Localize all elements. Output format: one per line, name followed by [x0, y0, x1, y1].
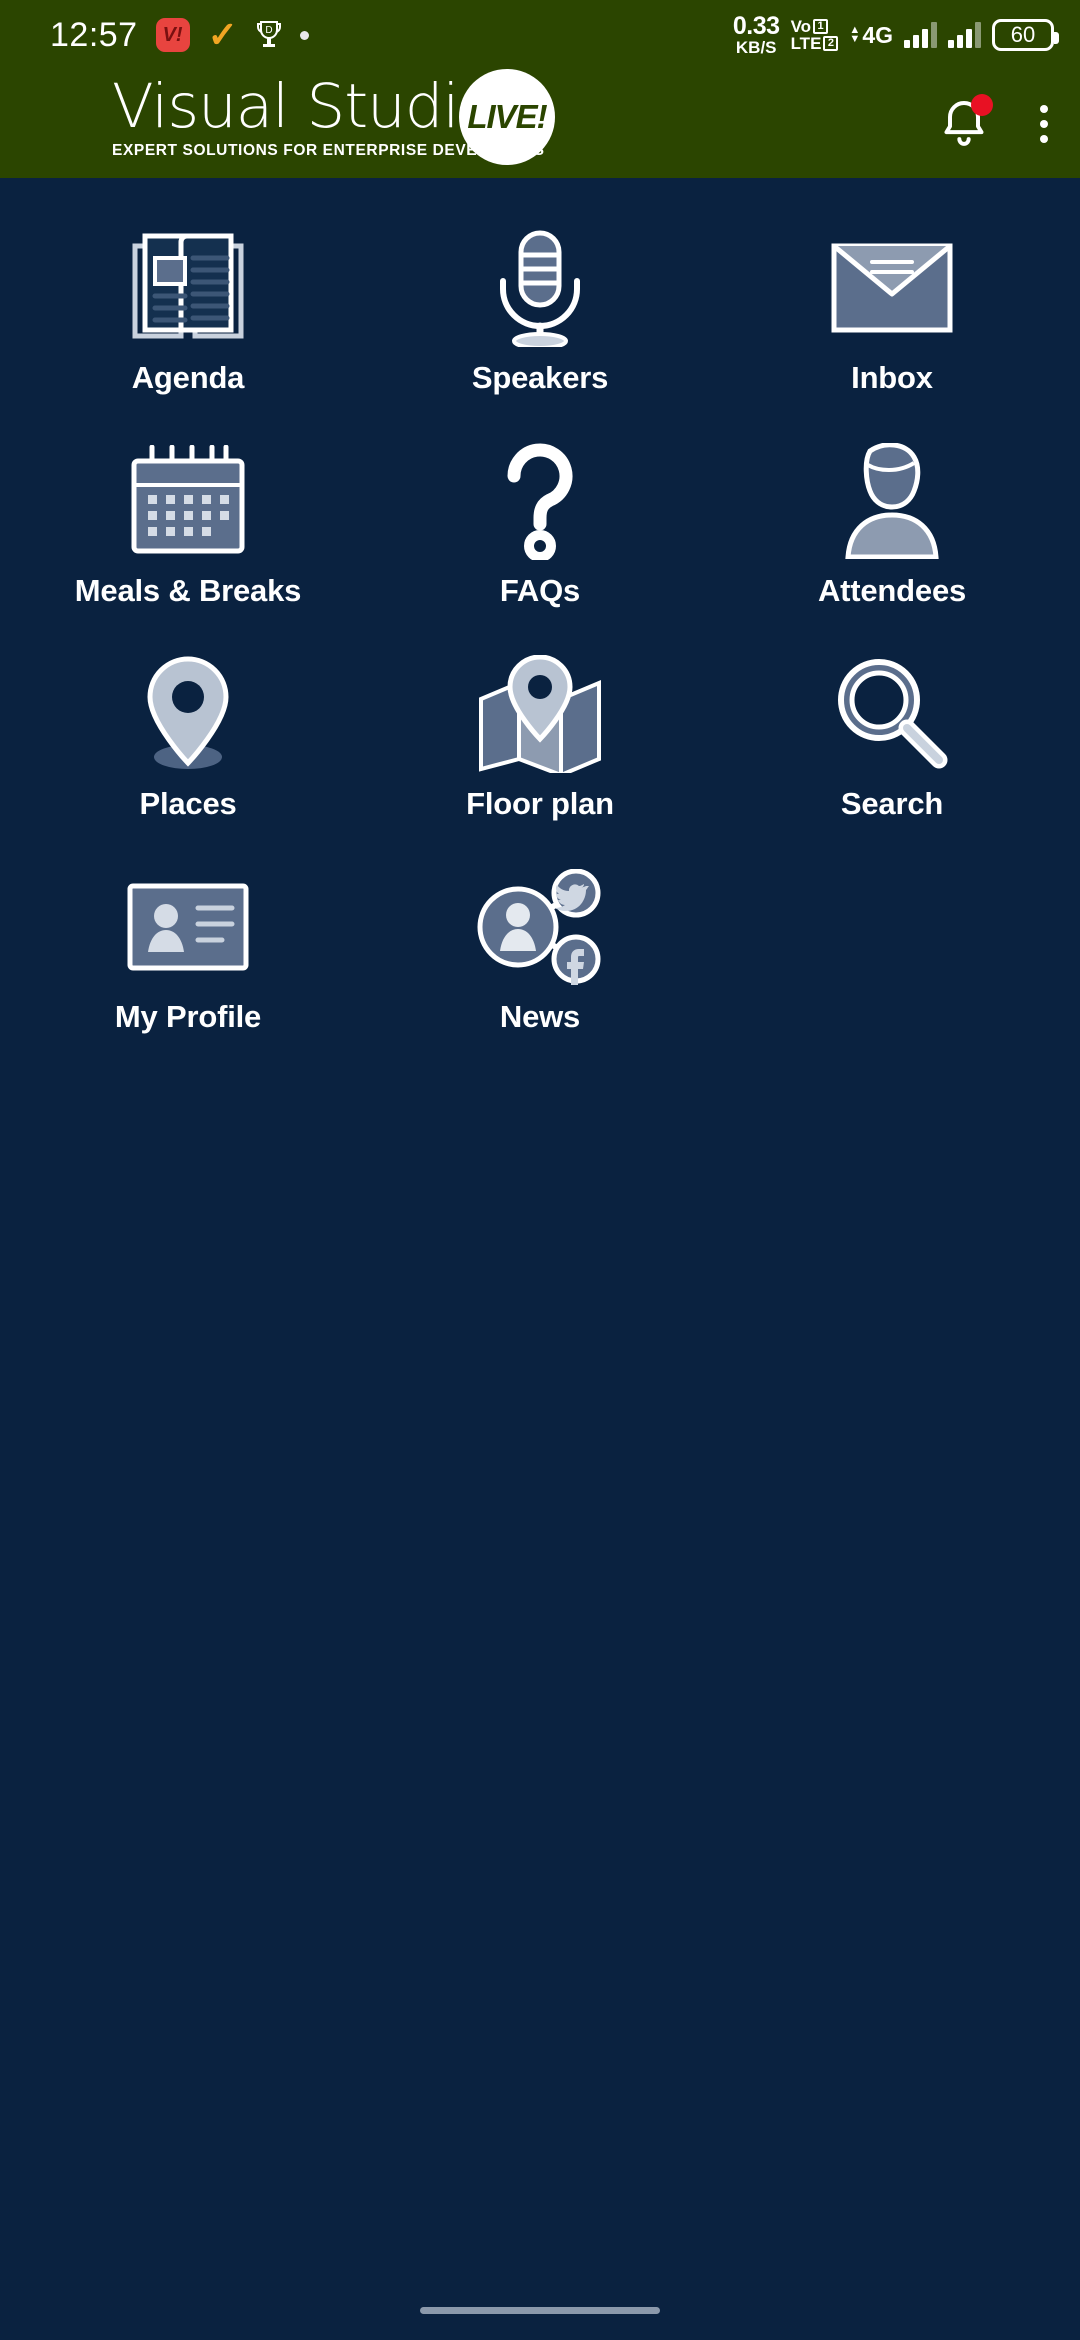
data-arrows-icon: ▲ ▼ — [849, 23, 861, 45]
map-pin-icon — [133, 654, 243, 774]
folded-map-icon — [475, 654, 605, 774]
trophy-icon: D — [256, 20, 282, 50]
menu-label: Agenda — [131, 360, 245, 395]
menu-label: Inbox — [851, 360, 933, 395]
signal-bars-sim2-icon — [948, 22, 981, 48]
menu-item-agenda[interactable]: Agenda — [12, 210, 364, 415]
network-type-label: 4G — [862, 21, 893, 48]
vi-app-icon: V! — [155, 18, 190, 52]
calendar-icon — [130, 441, 246, 561]
menu-item-attendees[interactable]: Attendees — [716, 423, 1068, 628]
live-badge: LIVE! — [459, 69, 555, 165]
sim1-badge: 1 — [813, 19, 829, 34]
notification-badge-dot — [971, 94, 993, 116]
data-rate-indicator: 0.33 KB/S — [732, 11, 780, 57]
volte-label-bottom: LTE — [790, 34, 822, 53]
microphone-icon — [485, 228, 595, 348]
menu-item-meals-breaks[interactable]: Meals & Breaks — [12, 423, 364, 628]
envelope-icon — [830, 228, 954, 348]
menu-label: Speakers — [471, 360, 609, 395]
menu-label: Attendees — [817, 573, 967, 608]
person-bust-icon — [830, 441, 954, 561]
status-bar-right: 0.33 KB/S Vo 1 LTE 2 ▲ ▼ 4G 60 — [732, 11, 1059, 57]
menu-label: My Profile — [114, 999, 262, 1034]
header-actions — [936, 94, 1060, 152]
social-share-icon — [476, 867, 604, 987]
menu-item-search[interactable]: Search — [716, 636, 1068, 841]
home-indicator[interactable] — [420, 2306, 660, 2314]
menu-label: FAQs — [499, 573, 581, 608]
menu-grid: Agenda Speakers Inbox Meals & Breaks FAQ… — [0, 178, 1080, 1054]
notifications-button[interactable] — [936, 94, 993, 152]
menu-label: Places — [139, 786, 237, 821]
battery-indicator: 60 — [992, 19, 1059, 51]
menu-item-speakers[interactable]: Speakers — [364, 210, 716, 415]
data-rate-unit: KB/S — [735, 37, 777, 57]
data-rate-value: 0.33 — [732, 11, 780, 40]
id-card-icon — [126, 867, 250, 987]
system-navigation-bar — [0, 2280, 1080, 2340]
check-icon: ✓ — [207, 14, 238, 55]
question-mark-icon — [492, 441, 588, 561]
menu-item-my-profile[interactable]: My Profile — [12, 849, 364, 1054]
menu-item-inbox[interactable]: Inbox — [716, 210, 1068, 415]
volte-indicator: Vo 1 LTE 2 — [791, 18, 839, 52]
signal-bars-sim1-icon — [904, 22, 937, 48]
open-book-icon — [129, 228, 247, 348]
menu-item-floor-plan[interactable]: Floor plan — [364, 636, 716, 841]
menu-label: Search — [840, 786, 944, 821]
menu-label: Floor plan — [466, 786, 614, 821]
volte-label-top: Vo — [790, 17, 812, 36]
overflow-menu-icon[interactable] — [1028, 97, 1060, 151]
status-bar: 12:57 V! ✓ D 0.33 KB/S Vo 1 LTE 2 ▲ ▼ 4G… — [0, 0, 1080, 70]
menu-label: Meals & Breaks — [74, 573, 302, 608]
status-bar-clock: 12:57 — [50, 15, 138, 54]
menu-item-faqs[interactable]: FAQs — [364, 423, 716, 628]
status-bar-left: 12:57 V! ✓ D — [50, 16, 309, 55]
dot-icon — [299, 30, 309, 40]
menu-label: News — [499, 999, 581, 1034]
network-type-indicator: ▲ ▼ 4G — [849, 22, 893, 49]
sim2-badge: 2 — [823, 36, 839, 51]
app-header: Visual Studio® EXPERT SOLUTIONS FOR ENTE… — [0, 69, 1080, 178]
magnifier-icon — [833, 654, 951, 774]
menu-item-places[interactable]: Places — [12, 636, 364, 841]
svg-text:D: D — [265, 25, 272, 36]
menu-item-news[interactable]: News — [364, 849, 716, 1054]
